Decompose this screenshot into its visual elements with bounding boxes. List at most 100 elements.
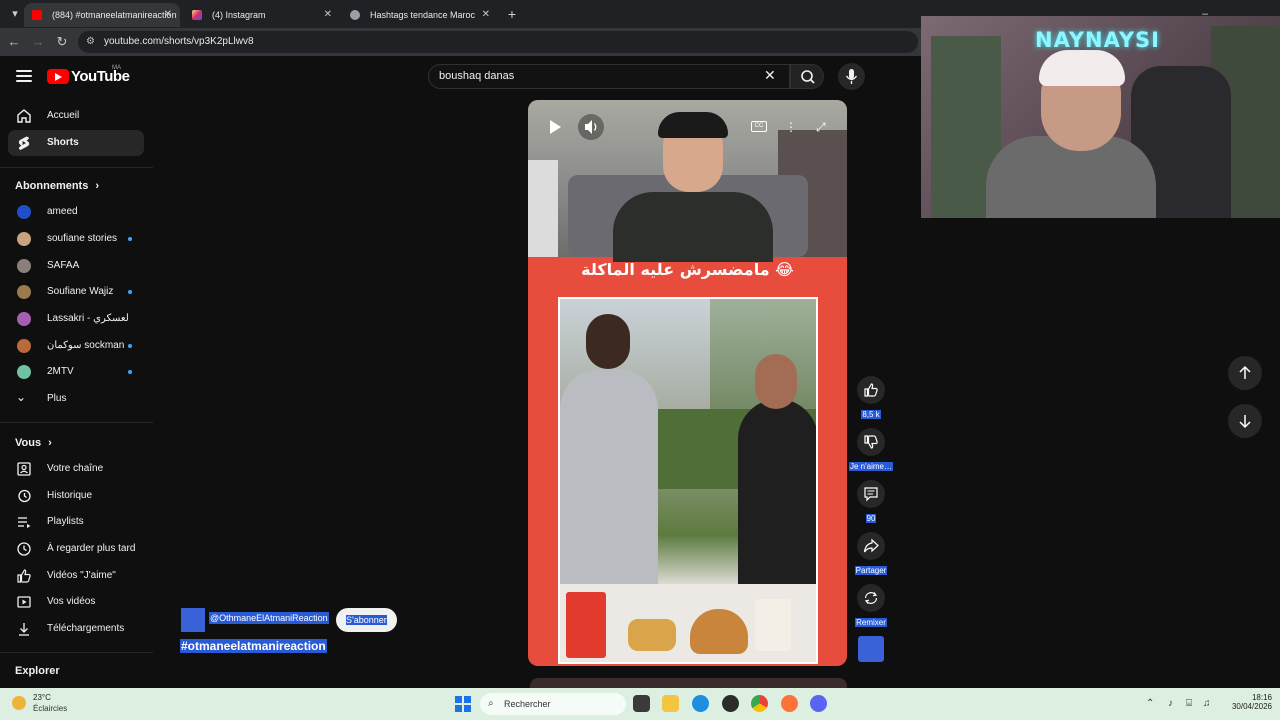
video-hashtag[interactable]: #otmaneelatmanireaction: [180, 639, 327, 653]
channel-name[interactable]: @OthmaneElAtmaniReaction: [209, 612, 329, 624]
app-icon[interactable]: [722, 695, 739, 712]
shorts-player[interactable]: CC ⋮ ⤢ مامضسرش عليه الماكلة 😂: [528, 100, 847, 666]
reactor-shirt: [613, 192, 773, 262]
sidebar-item-subscription[interactable]: ameed: [8, 199, 144, 225]
chevron-up-icon[interactable]: ⌃: [1146, 698, 1154, 709]
sidebar-item-more[interactable]: ⌄ Plus: [8, 386, 144, 412]
sidebar-item-subscription[interactable]: soufiane stories: [8, 226, 144, 252]
dislike-button[interactable]: [857, 428, 885, 456]
clear-search-icon[interactable]: ✕: [764, 67, 776, 84]
tab-label: Hashtags tendance Maroc: [370, 10, 476, 20]
task-view-icon[interactable]: [633, 695, 650, 712]
sidebar-item-playlists[interactable]: Playlists: [8, 509, 144, 535]
fullscreen-icon[interactable]: ⤢: [816, 120, 830, 134]
tab-instagram[interactable]: (4) Instagram ✕: [184, 3, 340, 27]
share-label: Partager: [836, 566, 906, 575]
play-icon: [550, 120, 561, 134]
sidebar-item-subscription[interactable]: Lassakri - لعسكري: [8, 306, 144, 332]
search-button[interactable]: [790, 64, 824, 89]
url-field[interactable]: ⚙ youtube.com/shorts/vp3K2pLlwv8: [78, 31, 918, 53]
reload-icon[interactable]: ↻: [54, 34, 70, 50]
play-button[interactable]: [546, 118, 564, 136]
remix-button[interactable]: [857, 584, 885, 612]
sidebar-item-label: Historique: [47, 490, 93, 501]
system-clock[interactable]: 18:16 30/04/2026: [1222, 693, 1272, 711]
voice-search-button[interactable]: [838, 63, 865, 90]
sidebar-item-your-channel[interactable]: Votre chaîne: [8, 456, 144, 482]
discord-icon[interactable]: [810, 695, 827, 712]
tab-list-button[interactable]: ▾: [6, 5, 24, 23]
weather-description[interactable]: Éclaircies: [33, 704, 67, 713]
mute-button[interactable]: [578, 114, 604, 140]
captions-button[interactable]: CC: [751, 121, 767, 132]
streamer-webcam-overlay: NAYNAYSI: [921, 16, 1280, 218]
sidebar-item-subscription[interactable]: سوكمان sockman: [8, 333, 144, 359]
sidebar-item-history[interactable]: Historique: [8, 483, 144, 509]
network-icon[interactable]: ⌸: [1186, 698, 1192, 709]
youtube-favicon-icon: [32, 10, 42, 20]
sidebar-item-label: Soufiane Wajiz: [47, 286, 114, 297]
tab-hashtags[interactable]: Hashtags tendance Maroc ✕: [342, 3, 498, 27]
sidebar-item-subscription[interactable]: 2MTV: [8, 359, 144, 385]
forward-icon[interactable]: →: [30, 34, 46, 50]
sidebar-item-your-videos[interactable]: Vos vidéos: [8, 589, 144, 615]
menu-icon[interactable]: [16, 70, 32, 82]
more-options-icon[interactable]: ⋮: [785, 120, 797, 134]
sidebar-item-watch-later[interactable]: À regarder plus tard: [8, 536, 144, 562]
country-code: MA: [112, 65, 121, 71]
subscribe-button[interactable]: S'abonner: [336, 608, 397, 632]
previous-short-button[interactable]: [1228, 356, 1262, 390]
sidebar-item-shorts[interactable]: Shorts: [8, 130, 144, 156]
avatar: [17, 365, 31, 379]
volume-tray-icon[interactable]: ♫: [1203, 698, 1211, 709]
tab-youtube[interactable]: (884) #otmaneelatmanireaction ✕: [24, 3, 180, 27]
sidebar-item-label: Vos vidéos: [47, 596, 96, 607]
you-heading-label: Vous: [15, 437, 42, 449]
weather-sun-icon[interactable]: [12, 696, 26, 710]
weather-temperature[interactable]: 23°C: [33, 693, 51, 702]
start-button[interactable]: [455, 696, 471, 712]
sidebar-item-subscription[interactable]: Soufiane Wajiz: [8, 279, 144, 305]
comments-button[interactable]: [857, 480, 885, 508]
like-count: 8,5 k: [836, 410, 906, 419]
next-short-preview[interactable]: [530, 678, 847, 688]
like-button[interactable]: [857, 376, 885, 404]
clock-date: 30/04/2026: [1231, 702, 1272, 711]
sidebar-item-subscription[interactable]: SAFAA: [8, 253, 144, 279]
back-icon[interactable]: ←: [6, 34, 22, 50]
close-tab-icon[interactable]: ✕: [324, 3, 332, 27]
taskbar-search[interactable]: ⌕ Rechercher: [480, 693, 626, 715]
close-tab-icon[interactable]: ✕: [164, 3, 172, 27]
new-tab-icon[interactable]: +: [503, 5, 521, 23]
remix-label-text: Remixer: [855, 618, 887, 627]
next-short-button[interactable]: [1228, 404, 1262, 438]
avatar: [17, 259, 31, 273]
site-info-icon[interactable]: ⚙: [86, 31, 95, 53]
windows-logo-tile: [464, 705, 471, 712]
chrome-icon[interactable]: [751, 695, 768, 712]
remix-icon: [864, 592, 878, 604]
clock-time: 18:16: [1251, 693, 1272, 702]
close-tab-icon[interactable]: ✕: [482, 3, 490, 27]
watch-later-icon: [17, 542, 31, 556]
search-input[interactable]: boushaq danas: [428, 64, 790, 89]
microphone-tray-icon[interactable]: ♪: [1168, 698, 1173, 709]
sidebar-item-downloads[interactable]: Téléchargements: [8, 616, 144, 642]
subscriptions-heading[interactable]: Abonnements ›: [15, 180, 99, 192]
sound-thumbnail[interactable]: [858, 636, 884, 662]
sidebar-item-label: Plus: [47, 393, 67, 404]
reactor-webcam-video: CC ⋮ ⤢: [528, 100, 847, 262]
sidebar-item-label: ameed: [47, 206, 78, 217]
windows-logo-tile: [464, 696, 471, 703]
download-icon: [19, 623, 29, 636]
channel-avatar[interactable]: [181, 608, 205, 632]
share-button[interactable]: [857, 532, 885, 560]
edge-icon[interactable]: [692, 695, 709, 712]
thumbs-up-icon: [864, 383, 878, 397]
sidebar-item-label: Playlists: [47, 516, 84, 527]
sidebar-item-liked-videos[interactable]: Vidéos "J'aime": [8, 563, 144, 589]
file-explorer-icon[interactable]: [662, 695, 679, 712]
firefox-icon[interactable]: [781, 695, 798, 712]
you-heading[interactable]: Vous ›: [15, 437, 52, 449]
sidebar-item-home[interactable]: Accueil: [8, 103, 144, 129]
